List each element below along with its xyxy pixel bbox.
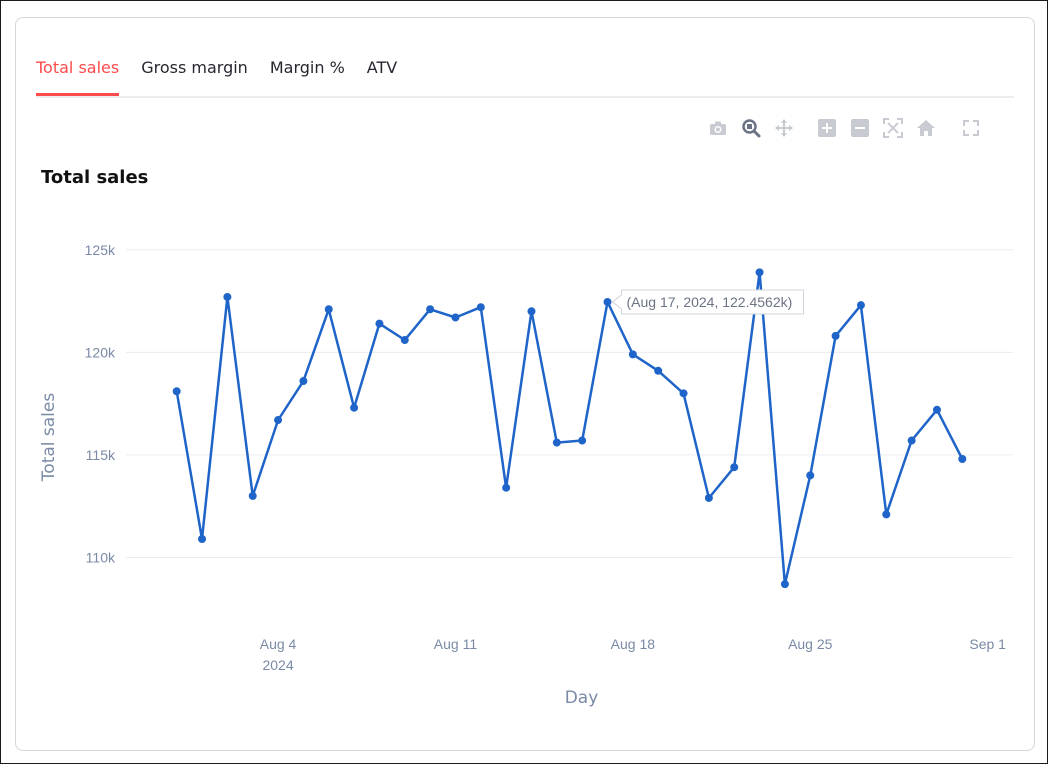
data-point[interactable] [831, 331, 840, 340]
x-tick-year-label: 2024 [262, 657, 293, 673]
screenshot-frame: Total sales Gross margin Margin % ATV To… [0, 0, 1048, 764]
data-point[interactable] [476, 303, 485, 312]
data-point[interactable] [780, 580, 789, 589]
data-point[interactable] [806, 471, 815, 480]
data-point[interactable] [552, 438, 561, 447]
x-tick-label: Sep 1 [969, 636, 1006, 652]
data-point[interactable] [654, 366, 663, 375]
data-point[interactable] [198, 535, 207, 543]
data-point[interactable] [603, 297, 612, 306]
data-point[interactable] [856, 301, 865, 310]
data-point[interactable] [299, 377, 308, 386]
data-point[interactable] [704, 493, 713, 502]
y-tick-label: 110k [86, 549, 116, 565]
data-point[interactable] [400, 336, 409, 345]
data-point[interactable] [730, 463, 739, 472]
data-point[interactable] [882, 510, 891, 519]
y-axis-title: Total sales [39, 393, 59, 483]
data-point[interactable] [274, 416, 283, 425]
y-tick-label: 120k [85, 344, 116, 360]
data-point[interactable] [375, 319, 384, 328]
data-point[interactable] [324, 305, 333, 314]
data-point[interactable] [350, 403, 359, 412]
x-axis-title: Day [565, 688, 599, 708]
x-tick-label: Aug 11 [434, 636, 478, 652]
data-point[interactable] [527, 307, 536, 316]
data-point[interactable] [578, 436, 587, 445]
data-point[interactable] [628, 350, 637, 359]
data-point[interactable] [451, 313, 460, 322]
hover-tooltip-text: (Aug 17, 2024, 122.4562k) [627, 294, 793, 310]
line-chart[interactable]: 110k 115k 120k 125k Aug 4 2024 Aug 11 Aug 18 Aug… [1, 1, 1047, 763]
data-point[interactable] [755, 268, 764, 277]
data-point[interactable] [426, 305, 435, 314]
series-line [175, 271, 964, 586]
x-tick-label: Aug 4 [260, 636, 297, 652]
x-tick-label: Aug 18 [611, 636, 656, 652]
y-tick-label: 125k [85, 242, 116, 258]
data-point[interactable] [502, 483, 511, 492]
data-point[interactable] [248, 491, 257, 500]
data-point[interactable] [223, 292, 232, 301]
data-point[interactable] [679, 389, 688, 398]
x-tick-label: Aug 25 [788, 636, 833, 652]
y-tick-label: 115k [86, 447, 116, 463]
data-point[interactable] [907, 436, 916, 445]
data-point[interactable] [932, 405, 941, 414]
data-point[interactable] [958, 455, 967, 463]
data-point[interactable] [172, 387, 181, 396]
